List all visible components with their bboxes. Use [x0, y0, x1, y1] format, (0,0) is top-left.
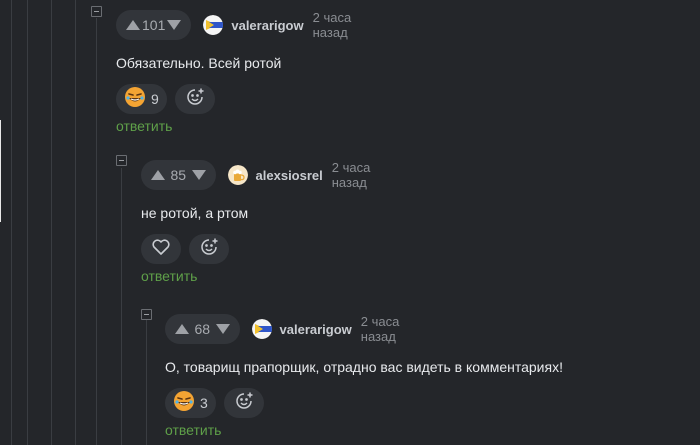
upvote-icon[interactable]: [124, 18, 142, 32]
thread-line: [146, 320, 147, 445]
vote-control: 68: [165, 314, 240, 344]
comment-score: 68: [194, 321, 211, 337]
comment-time: 2 часа назад: [312, 10, 352, 40]
reaction-button[interactable]: 9: [116, 84, 167, 114]
reply-link[interactable]: ответить: [116, 118, 172, 134]
flag-avatar-icon[interactable]: [251, 319, 272, 339]
reply-link[interactable]: ответить: [141, 268, 197, 284]
downvote-icon[interactable]: [165, 18, 183, 32]
thread-line: [75, 0, 76, 445]
thread-line: [0, 120, 1, 222]
upvote-icon[interactable]: [173, 322, 191, 336]
reply-link[interactable]: ответить: [165, 422, 221, 438]
add-reaction-button[interactable]: [174, 84, 215, 114]
comment-time: 2 часа назад: [331, 160, 371, 190]
reaction-count: 3: [200, 395, 208, 411]
comment-score: 85: [170, 167, 187, 183]
comment-username[interactable]: valerarigow: [280, 322, 352, 337]
comment-header: 101 valerarigow 2 часа назад: [116, 10, 368, 40]
add-reaction-button[interactable]: [223, 388, 264, 418]
comment-score: 101: [142, 17, 166, 33]
thread-line: [27, 0, 28, 445]
comment-username[interactable]: alexsiosrel: [256, 168, 323, 183]
comment-text: О, товарищ прапорщик, отрадно вас видеть…: [165, 359, 563, 375]
vote-control: 101: [116, 10, 192, 40]
comment-actions: 3: [165, 388, 272, 418]
heart-icon: [151, 238, 171, 261]
comment-text: не ротой, а ртом: [141, 205, 249, 221]
comment-actions: [141, 234, 237, 264]
thread-line: [11, 0, 12, 445]
add-reaction-button[interactable]: [189, 234, 229, 264]
beer-avatar-icon[interactable]: [227, 165, 248, 185]
add-emoji-icon: [199, 237, 219, 262]
thread-line: [96, 18, 97, 445]
comment-time: 2 часа назад: [360, 314, 400, 344]
collapse-thread-button[interactable]: [141, 309, 152, 320]
collapse-thread-button[interactable]: [91, 6, 102, 17]
comment-actions: 9: [116, 84, 223, 114]
upvote-icon[interactable]: [149, 168, 167, 182]
thread-line: [121, 168, 122, 445]
comment-header: 68 valerarigow 2 часа назад: [165, 314, 417, 344]
reaction-button[interactable]: 3: [165, 388, 216, 418]
comment-username[interactable]: valerarigow: [231, 18, 303, 33]
comment-text: Обязательно. Всей ротой: [116, 55, 282, 71]
comment-header: 85 alexsiosrel 2 часа назад: [141, 160, 388, 190]
add-emoji-icon: [234, 391, 254, 416]
like-button[interactable]: [141, 234, 181, 264]
collapse-thread-button[interactable]: [116, 155, 127, 166]
downvote-icon[interactable]: [214, 322, 232, 336]
thread-line: [51, 0, 52, 445]
vote-control: 85: [141, 160, 216, 190]
add-emoji-icon: [185, 87, 205, 112]
flag-avatar-icon[interactable]: [203, 15, 224, 35]
laughing-emoji-icon: [124, 86, 146, 113]
downvote-icon[interactable]: [190, 168, 208, 182]
reaction-count: 9: [151, 91, 159, 107]
laughing-emoji-icon: [173, 390, 195, 417]
